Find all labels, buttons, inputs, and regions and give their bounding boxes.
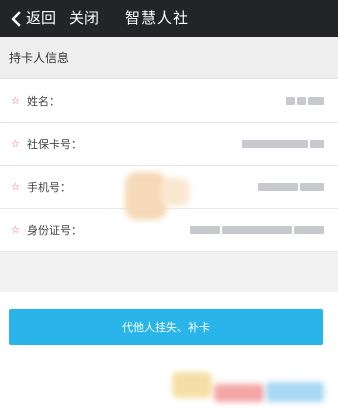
name-value-redacted (286, 96, 324, 106)
phone-label: 手机号： (27, 181, 71, 194)
section-title: 持卡人信息 (9, 51, 70, 65)
required-star-icon: ☆ (11, 138, 20, 150)
id-number-value-redacted (190, 225, 324, 235)
name-row: ☆ 姓名： (0, 80, 338, 123)
card-holder-info-list: ☆ 姓名： ☆ 社保卡号： ☆ 手机号： ☆ 身份证号： (0, 80, 338, 252)
spacer-area (0, 252, 338, 292)
page-title: 智慧人社 (125, 9, 190, 27)
card-number-value-redacted (242, 139, 324, 149)
close-button[interactable]: 关闭 (69, 0, 99, 37)
top-nav-bar: 返回 关闭 智慧人社 (0, 0, 338, 37)
watermark-blob (160, 178, 190, 206)
report-loss-reissue-button[interactable]: 代他人挂失、补卡 (9, 309, 323, 345)
watermark-blob (266, 382, 324, 402)
name-label: 姓名： (27, 95, 60, 108)
required-star-icon: ☆ (11, 95, 20, 107)
id-number-row: ☆ 身份证号： (0, 209, 338, 252)
social-security-card-label: 社保卡号： (27, 138, 82, 151)
watermark-blob (214, 384, 264, 402)
back-label: 返回 (26, 9, 57, 27)
social-security-card-row: ☆ 社保卡号： (0, 123, 338, 166)
required-star-icon: ☆ (11, 181, 20, 193)
required-star-icon: ☆ (11, 224, 20, 236)
id-number-label: 身份证号： (27, 224, 82, 237)
section-header: 持卡人信息 (0, 37, 338, 79)
chevron-left-icon (11, 10, 21, 27)
back-button[interactable]: 返回 (0, 0, 56, 37)
watermark-blob (172, 372, 212, 398)
phone-value-redacted (258, 182, 324, 192)
